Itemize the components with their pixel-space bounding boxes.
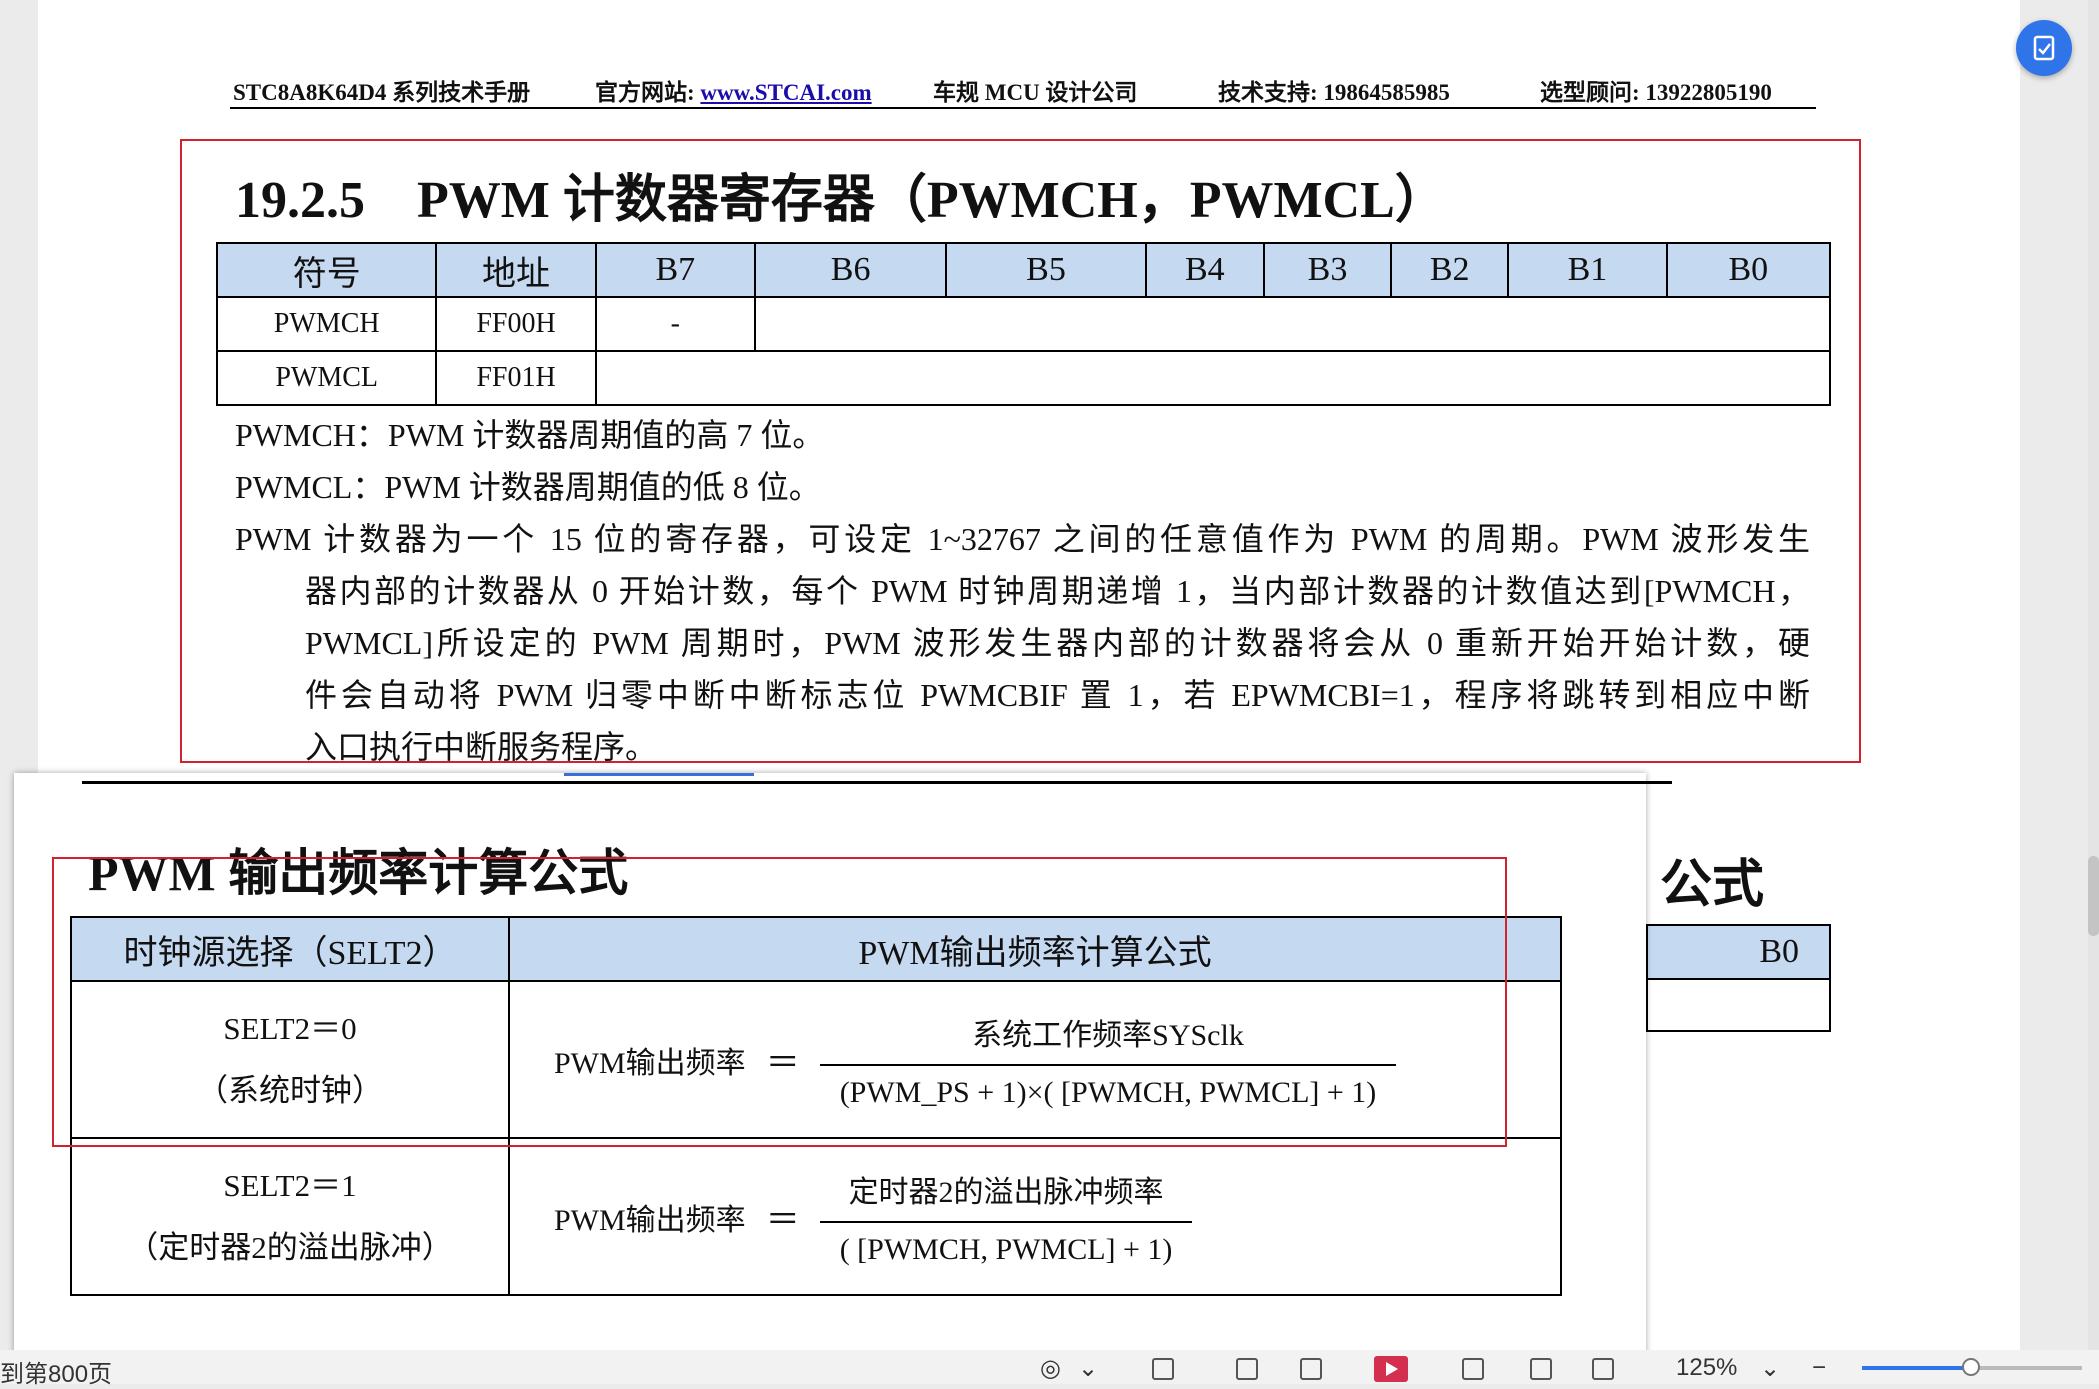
header-website-label: 官方网站: [595,80,695,105]
col-header-b1: B1 [1507,242,1668,298]
cell-selection: SELT2＝1 （定时器2的溢出脉冲） [70,1137,510,1296]
section-title: 19.2.5 PWM 计数器寄存器（PWMCH，PWMCL） [235,172,1447,229]
cell-bits [753,296,1832,352]
formula-equals: ＝ [765,1202,800,1239]
cell-address: FF01H [435,350,597,406]
cell-address: FF00H [435,296,597,352]
col-header-address: 地址 [435,242,597,298]
zoom-slider-knob[interactable] [1962,1358,1980,1376]
formula-equals: ＝ [765,1045,800,1082]
overlay-blue-line [564,773,754,776]
formula-fraction: 定时器2的溢出脉冲频率 ( [PWMCH, PWMCL] + 1) [819,1167,1193,1267]
formula-label: PWM输出频率 [554,1046,746,1080]
col-header-b5: B5 [945,242,1147,298]
behind-col-b0: B0 [1646,924,1831,980]
zoom-dropdown-icon[interactable]: ⌄ [1760,1354,1780,1383]
play-icon[interactable] [1374,1356,1408,1382]
cell-bits [594,350,1832,406]
behind-table: B0 [1646,924,1831,1032]
col-header-clock-source: 时钟源选择（SELT2） [70,916,510,982]
header-website-link[interactable]: www.STCAI.com [700,80,871,105]
zoom-slider-track[interactable] [1972,1366,2082,1370]
cell-symbol: PWMCL [215,350,438,406]
col-header-b7: B7 [594,242,756,298]
header-doc-name: STC8A8K64D4 系列技术手册 [233,80,531,105]
desc-line-2: 器内部的计数器从 0 开始计数，每个 PWM 时钟周期递增 1，当内部计数器的计… [305,573,1810,609]
sel-value: SELT2＝0 [223,1010,357,1046]
cell-selection: SELT2＝0 （系统时钟） [70,980,510,1139]
header-company: 车规 MCU 设计公司 [933,80,1138,105]
overlay-panel: PWM 输出频率计算公式 时钟源选择（SELT2） PWM输出频率计算公式 SE… [14,773,1672,1373]
formula-label: PWM输出频率 [554,1203,746,1237]
zoom-slider-fill[interactable] [1862,1366,1972,1370]
formula: PWM输出频率 ＝ 系统工作频率SYSclk (PWM_PS + 1)×( [P… [510,1010,1560,1110]
table-row: SELT2＝1 （定时器2的溢出脉冲） PWM输出频率 ＝ 定时器2的溢出脉冲频… [70,1137,1562,1296]
single-page-icon[interactable] [1236,1358,1258,1380]
col-header-b6: B6 [753,242,948,298]
float-doc-button[interactable] [2016,20,2072,76]
table-row: PWMCH FF00H - [215,296,1832,352]
desc-line-5: 入口执行中断服务程序。 [305,729,658,765]
sel-value: SELT2＝1 [223,1167,357,1203]
register-table: 符号 地址 B7 B6 B5 B4 B3 B2 B1 B0 PWMCH FF00… [215,242,1832,406]
formula: PWM输出频率 ＝ 定时器2的溢出脉冲频率 ( [PWMCH, PWMCL] +… [510,1167,1560,1267]
formula-numerator: 系统工作频率SYSclk [972,1018,1244,1052]
cell-formula: PWM输出频率 ＝ 定时器2的溢出脉冲频率 ( [PWMCH, PWMCL] +… [508,1137,1562,1296]
cell-b7: - [594,296,756,352]
desc-line-1: PWM 计数器为一个 15 位的寄存器，可设定 1~32767 之间的任意值作为… [235,521,1810,557]
double-page-icon[interactable] [1300,1358,1322,1380]
page-view-icon[interactable] [1152,1358,1174,1380]
col-header-symbol: 符号 [215,242,438,298]
formula-fraction: 系统工作频率SYSclk (PWM_PS + 1)×( [PWMCH, PWMC… [819,1010,1397,1110]
book-view-icon[interactable] [1462,1358,1484,1380]
zoom-out-icon[interactable]: − [1812,1354,1826,1382]
fit-icon[interactable] [1530,1358,1552,1380]
cell-formula: PWM输出频率 ＝ 系统工作频率SYSclk (PWM_PS + 1)×( [P… [508,980,1562,1139]
header-consultant: 选型顾问: 13922805190 [1540,80,1772,105]
eye-icon[interactable]: ◎ [1040,1354,1061,1383]
header-website: 官方网站: www.STCAI.com [595,73,872,107]
col-header-b2: B2 [1390,242,1510,298]
register-table-header: 符号 地址 B7 B6 B5 B4 B3 B2 B1 B0 [215,242,1832,298]
overlay-title: PWM 输出频率计算公式 [88,845,629,901]
desc-pwmcl: PWMCL：PWM 计数器周期值的低 8 位。 [235,469,821,505]
header-support: 技术支持: 19864585985 [1218,80,1450,105]
desc-pwmch: PWMCH：PWM 计数器周期值的高 7 位。 [235,417,825,453]
sel-description: （定时器2的溢出脉冲） [127,1229,453,1265]
behind-cell [1646,978,1831,1032]
desc-line-4: 件会自动将 PWM 归零中断中断标志位 PWMCBIF 置 1，若 EPWMCB… [305,677,1810,713]
col-header-b4: B4 [1144,242,1265,298]
col-header-formula: PWM输出频率计算公式 [508,916,1562,982]
scrollbar-thumb[interactable] [2088,856,2099,936]
desc-line-3: PWMCL]所设定的 PWM 周期时，PWM 波形发生器内部的计数器将会从 0 … [305,625,1810,661]
table-row: SELT2＝0 （系统时钟） PWM输出频率 ＝ 系统工作频率SYSclk (P… [70,980,1562,1139]
scrollbar-track[interactable] [2088,0,2099,1350]
float-doc-icon [2033,35,2055,61]
col-header-b3: B3 [1262,242,1393,298]
formula-denominator: ( [PWMCH, PWMCL] + 1) [839,1232,1173,1266]
status-bar: 到第800页 ◎ ⌄ 125% ⌄ − [0,1350,2099,1388]
overlay-rule [82,781,1672,784]
cell-symbol: PWMCH [215,296,438,352]
behind-title-fragment: 公式 [1660,857,1765,914]
col-header-b0: B0 [1665,242,1832,298]
table-row: PWMCL FF01H [215,350,1832,406]
formula-numerator: 定时器2的溢出脉冲频率 [848,1175,1164,1209]
frequency-table: 时钟源选择（SELT2） PWM输出频率计算公式 SELT2＝0 （系统时钟） … [70,916,1562,1296]
header-rule [230,107,1816,109]
frequency-table-header: 时钟源选择（SELT2） PWM输出频率计算公式 [70,916,1562,982]
fit-width-icon[interactable] [1592,1358,1614,1380]
formula-denominator: (PWM_PS + 1)×( [PWMCH, PWMCL] + 1) [839,1075,1377,1109]
chevron-down-icon[interactable]: ⌄ [1078,1354,1098,1383]
zoom-level[interactable]: 125% [1676,1354,1737,1382]
sel-description: （系统时钟） [197,1072,383,1108]
